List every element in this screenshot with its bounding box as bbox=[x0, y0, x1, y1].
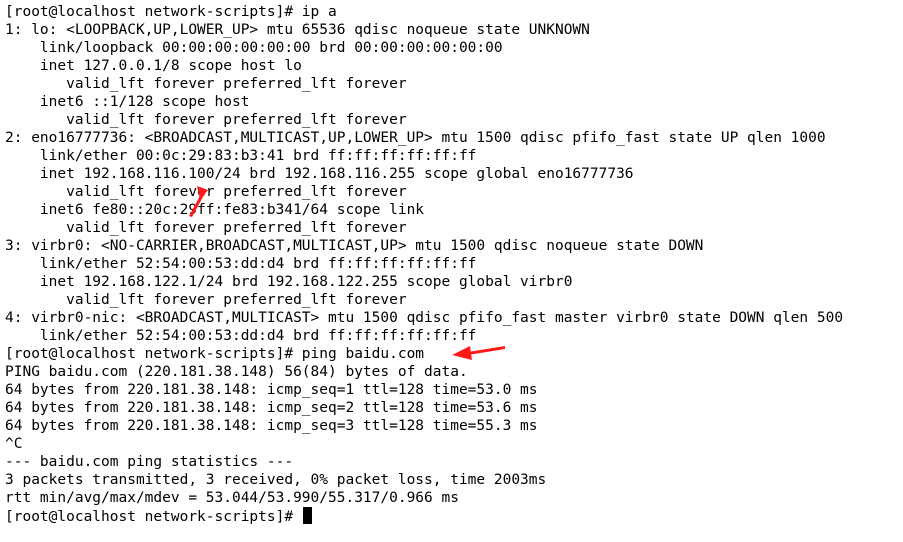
terminal-line: 3 packets transmitted, 3 received, 0% pa… bbox=[5, 472, 547, 488]
shell-prompt: [root@localhost network-scripts]# bbox=[5, 509, 302, 525]
terminal-line: inet 127.0.0.1/8 scope host lo bbox=[5, 58, 302, 74]
terminal-line: link/ether 00:0c:29:83:b3:41 brd ff:ff:f… bbox=[5, 148, 477, 164]
terminal-line: inet6 ::1/128 scope host bbox=[5, 94, 250, 110]
terminal-line: link/loopback 00:00:00:00:00:00 brd 00:0… bbox=[5, 40, 503, 56]
terminal-line: 2: eno16777736: <BROADCAST,MULTICAST,UP,… bbox=[5, 130, 826, 146]
terminal-line: inet6 fe80::20c:29ff:fe83:b341/64 scope … bbox=[5, 202, 425, 218]
terminal-line: ^C bbox=[5, 436, 23, 452]
terminal-line: valid_lft forever preferred_lft forever bbox=[5, 292, 407, 308]
terminal-line: inet 192.168.116.100/24 brd 192.168.116.… bbox=[5, 166, 634, 182]
terminal-line: link/ether 52:54:00:53:dd:d4 brd ff:ff:f… bbox=[5, 256, 477, 272]
terminal-line: valid_lft forever preferred_lft forever bbox=[5, 220, 407, 236]
terminal-line: valid_lft forever preferred_lft forever bbox=[5, 184, 407, 200]
terminal-line: inet 192.168.122.1/24 brd 192.168.122.25… bbox=[5, 274, 573, 290]
terminal-line: 3: virbr0: <NO-CARRIER,BROADCAST,MULTICA… bbox=[5, 238, 704, 254]
terminal-output: [root@localhost network-scripts]# ip a 1:… bbox=[5, 3, 903, 507]
terminal-line: PING baidu.com (220.181.38.148) 56(84) b… bbox=[5, 364, 468, 380]
terminal-line: valid_lft forever preferred_lft forever bbox=[5, 76, 407, 92]
text-cursor bbox=[302, 507, 312, 524]
terminal-prompt-line[interactable]: [root@localhost network-scripts]# bbox=[5, 507, 903, 525]
terminal-line: 4: virbr0-nic: <BROADCAST,MULTICAST> mtu… bbox=[5, 310, 844, 326]
terminal-line: [root@localhost network-scripts]# ping b… bbox=[5, 346, 425, 362]
terminal-line: [root@localhost network-scripts]# ip a bbox=[5, 4, 337, 20]
terminal-line: 64 bytes from 220.181.38.148: icmp_seq=1… bbox=[5, 382, 538, 398]
terminal-line: 64 bytes from 220.181.38.148: icmp_seq=2… bbox=[5, 400, 538, 416]
terminal-line: rtt min/avg/max/mdev = 53.044/53.990/55.… bbox=[5, 490, 459, 506]
terminal-line: --- baidu.com ping statistics --- bbox=[5, 454, 294, 470]
terminal-line: 1: lo: <LOOPBACK,UP,LOWER_UP> mtu 65536 … bbox=[5, 22, 590, 38]
terminal-line: 64 bytes from 220.181.38.148: icmp_seq=3… bbox=[5, 418, 538, 434]
terminal-line: link/ether 52:54:00:53:dd:d4 brd ff:ff:f… bbox=[5, 328, 477, 344]
terminal-line: valid_lft forever preferred_lft forever bbox=[5, 112, 407, 128]
terminal-window[interactable]: [root@localhost network-scripts]# ip a 1:… bbox=[0, 0, 903, 542]
